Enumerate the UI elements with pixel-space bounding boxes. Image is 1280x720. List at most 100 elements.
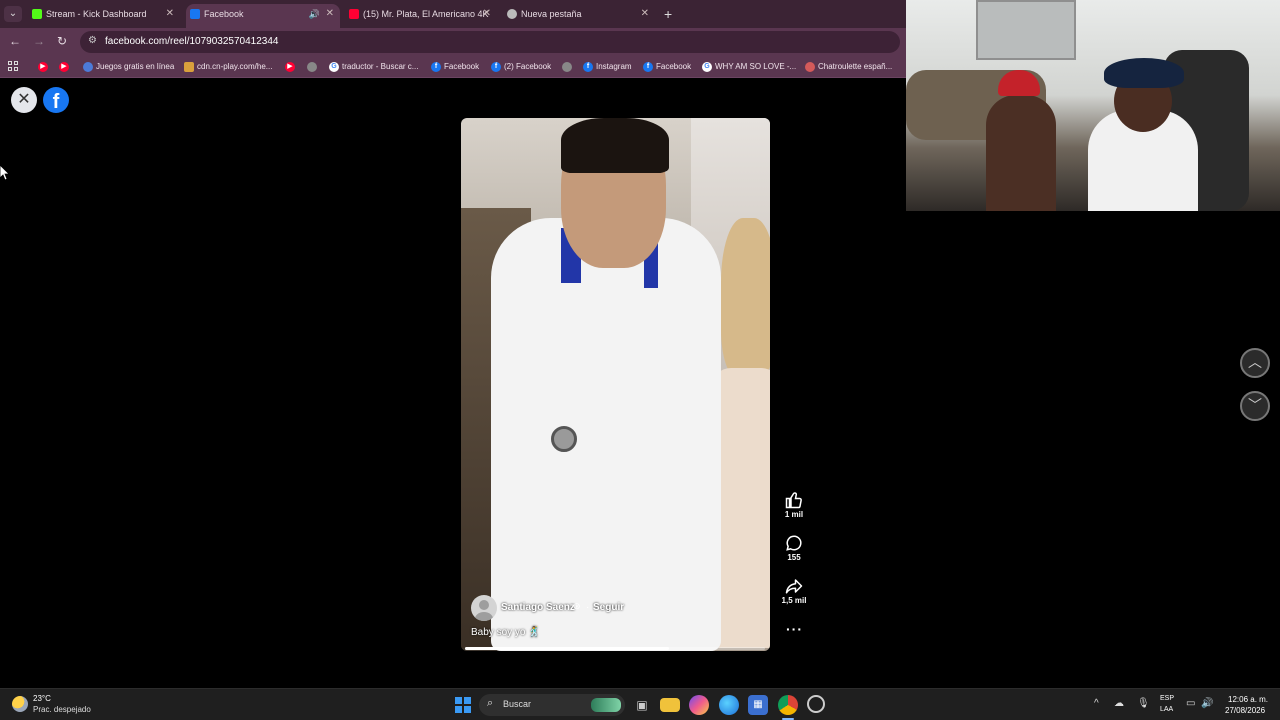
tab-search-button[interactable]: ⌄ <box>4 6 22 22</box>
follow-separator: · <box>586 602 590 613</box>
search-label: Buscar <box>503 699 532 709</box>
clock-time[interactable]: 12:06 a. m. <box>1228 695 1268 704</box>
share-button[interactable]: 1,5 mil <box>778 577 810 605</box>
facebook-icon: f <box>431 62 441 72</box>
bookmark-globe-2[interactable] <box>562 60 575 74</box>
facebook-icon: f <box>491 62 501 72</box>
bookmark-facebook-2[interactable]: f (2) Facebook <box>491 60 551 74</box>
new-tab-button[interactable]: + <box>664 6 672 22</box>
chevron-down-icon[interactable]: ﹀ <box>1240 391 1270 421</box>
comment-button[interactable]: 155 <box>778 534 810 562</box>
site-info-icon[interactable]: ⚙ <box>88 35 97 46</box>
bookmark-why-am-so-love[interactable]: G WHY AM SO LOVE -... <box>702 60 796 74</box>
show-hidden-icons-icon[interactable]: ^ <box>1094 698 1099 709</box>
google-icon: G <box>329 62 339 72</box>
webcam-person-left <box>986 95 1056 211</box>
start-button[interactable] <box>455 697 471 713</box>
comment-icon <box>786 535 802 551</box>
taskbar-search[interactable]: ⌕ Buscar <box>479 694 625 716</box>
tab-facebook[interactable]: Facebook 🔊 ✕ <box>186 4 340 28</box>
close-icon[interactable]: ✕ <box>11 87 37 113</box>
forward-icon[interactable]: → <box>33 34 45 48</box>
search-highlight-image <box>591 698 621 712</box>
volume-icon[interactable]: 🔊 <box>1201 698 1213 709</box>
language-indicator[interactable]: ESP <box>1160 695 1174 702</box>
copilot-icon[interactable] <box>689 695 709 715</box>
tab-youtube[interactable]: (15) Mr. Plata, El Americano 4K ✕ <box>345 4 497 28</box>
chevron-up-icon[interactable]: ︿ <box>1240 348 1270 378</box>
kick-icon <box>32 9 42 19</box>
author-name[interactable]: Santiago Saenz <box>501 602 575 613</box>
close-tab-icon[interactable]: ✕ <box>166 4 174 24</box>
facebook-icon: f <box>643 62 653 72</box>
comment-count: 155 <box>787 553 801 562</box>
bookmark-globe-1[interactable] <box>307 60 320 74</box>
bookmark-juegos[interactable]: Juegos gratis en línea <box>83 60 174 74</box>
network-icon[interactable]: ▭ <box>1186 698 1195 709</box>
reel-caption: Baby soy yo 🕺 <box>471 627 541 638</box>
like-icon <box>785 492 802 509</box>
clock-date[interactable]: 27/08/2026 <box>1225 706 1265 715</box>
chatroulette-icon <box>805 62 815 72</box>
bookmark-traductor[interactable]: Gtraductor - Buscar c... <box>329 60 418 74</box>
facebook-icon: f <box>583 62 593 72</box>
keyboard-layout[interactable]: LAA <box>1160 706 1173 713</box>
reel-video[interactable] <box>461 118 770 651</box>
webcam-shelf <box>976 0 1076 60</box>
bookmark-chatroulette[interactable]: Chatroulette españ... <box>805 60 892 74</box>
bookmark-facebook-1[interactable]: f Facebook <box>431 60 479 74</box>
more-options-button[interactable]: ··· <box>786 621 803 637</box>
app-notification-icon[interactable] <box>807 695 825 713</box>
youtube-icon <box>349 9 359 19</box>
apps-icon[interactable] <box>8 61 19 72</box>
address-bar[interactable]: ⚙ facebook.com/reel/1079032570412344 <box>80 31 900 53</box>
close-tab-icon[interactable]: ✕ <box>483 4 491 24</box>
site-icon <box>184 62 194 72</box>
browser-toolbar: ← → ↻ ⚙ facebook.com/reel/10790325704123… <box>0 28 906 56</box>
globe-icon <box>562 62 572 72</box>
chrome-icon <box>507 9 517 19</box>
webcam-overlay <box>906 0 1280 211</box>
back-icon[interactable]: ← <box>9 34 21 48</box>
cloud-icon[interactable]: ☁ <box>1114 698 1124 709</box>
weather-icon[interactable] <box>12 696 28 712</box>
bookmark-youtube-3[interactable]: ▶ <box>285 60 298 74</box>
google-icon: G <box>702 62 712 72</box>
follow-button[interactable]: Seguir <box>593 602 624 613</box>
bookmark-instagram[interactable]: f Instagram <box>583 60 632 74</box>
task-view-icon[interactable]: ▣ <box>632 695 652 715</box>
share-count: 1,5 mil <box>781 596 807 605</box>
author-avatar[interactable] <box>471 595 497 621</box>
microphone-icon[interactable]: 🎙 <box>1137 698 1150 709</box>
bookmark-youtube-2[interactable]: ▶ <box>59 60 72 74</box>
mouse-cursor-icon <box>0 165 10 181</box>
facebook-logo-icon[interactable]: f <box>43 87 69 113</box>
tab-title: (15) Mr. Plata, El Americano 4K <box>363 9 489 19</box>
weather-temperature[interactable]: 23°C <box>33 694 51 703</box>
edge-icon[interactable] <box>719 695 739 715</box>
bookmark-cdn-play[interactable]: cdn.cn-play.com/he... <box>184 60 272 74</box>
like-button[interactable]: 1 mil <box>778 491 810 519</box>
tab-kick-dashboard[interactable]: Stream - Kick Dashboard ✕ <box>28 4 180 28</box>
wristwatch <box>551 426 577 452</box>
speaker-icon[interactable]: 🔊 <box>309 4 320 24</box>
tab-title: Facebook <box>204 9 244 19</box>
store-icon[interactable]: ▦ <box>748 695 768 715</box>
bookmark-facebook-3[interactable]: f Facebook <box>643 60 691 74</box>
search-icon: ⌕ <box>487 697 494 709</box>
verified-icon: ⊛ <box>573 601 581 611</box>
chrome-icon[interactable] <box>778 695 798 715</box>
bookmark-youtube-1[interactable]: ▶ <box>38 60 51 74</box>
like-count: 1 mil <box>784 510 804 519</box>
url-text[interactable]: facebook.com/reel/1079032570412344 <box>105 36 278 47</box>
reload-icon[interactable]: ↻ <box>57 34 67 48</box>
youtube-icon: ▶ <box>285 62 295 72</box>
tab-title: Stream - Kick Dashboard <box>46 9 147 19</box>
tab-title: Nueva pestaña <box>521 9 582 19</box>
tab-new-tab[interactable]: Nueva pestaña ✕ <box>503 4 655 28</box>
close-tab-icon[interactable]: ✕ <box>641 4 649 24</box>
close-tab-icon[interactable]: ✕ <box>326 4 334 24</box>
video-progress-bar[interactable] <box>465 647 765 650</box>
file-explorer-icon[interactable] <box>660 698 680 712</box>
weather-description[interactable]: Prac. despejado <box>33 705 91 714</box>
